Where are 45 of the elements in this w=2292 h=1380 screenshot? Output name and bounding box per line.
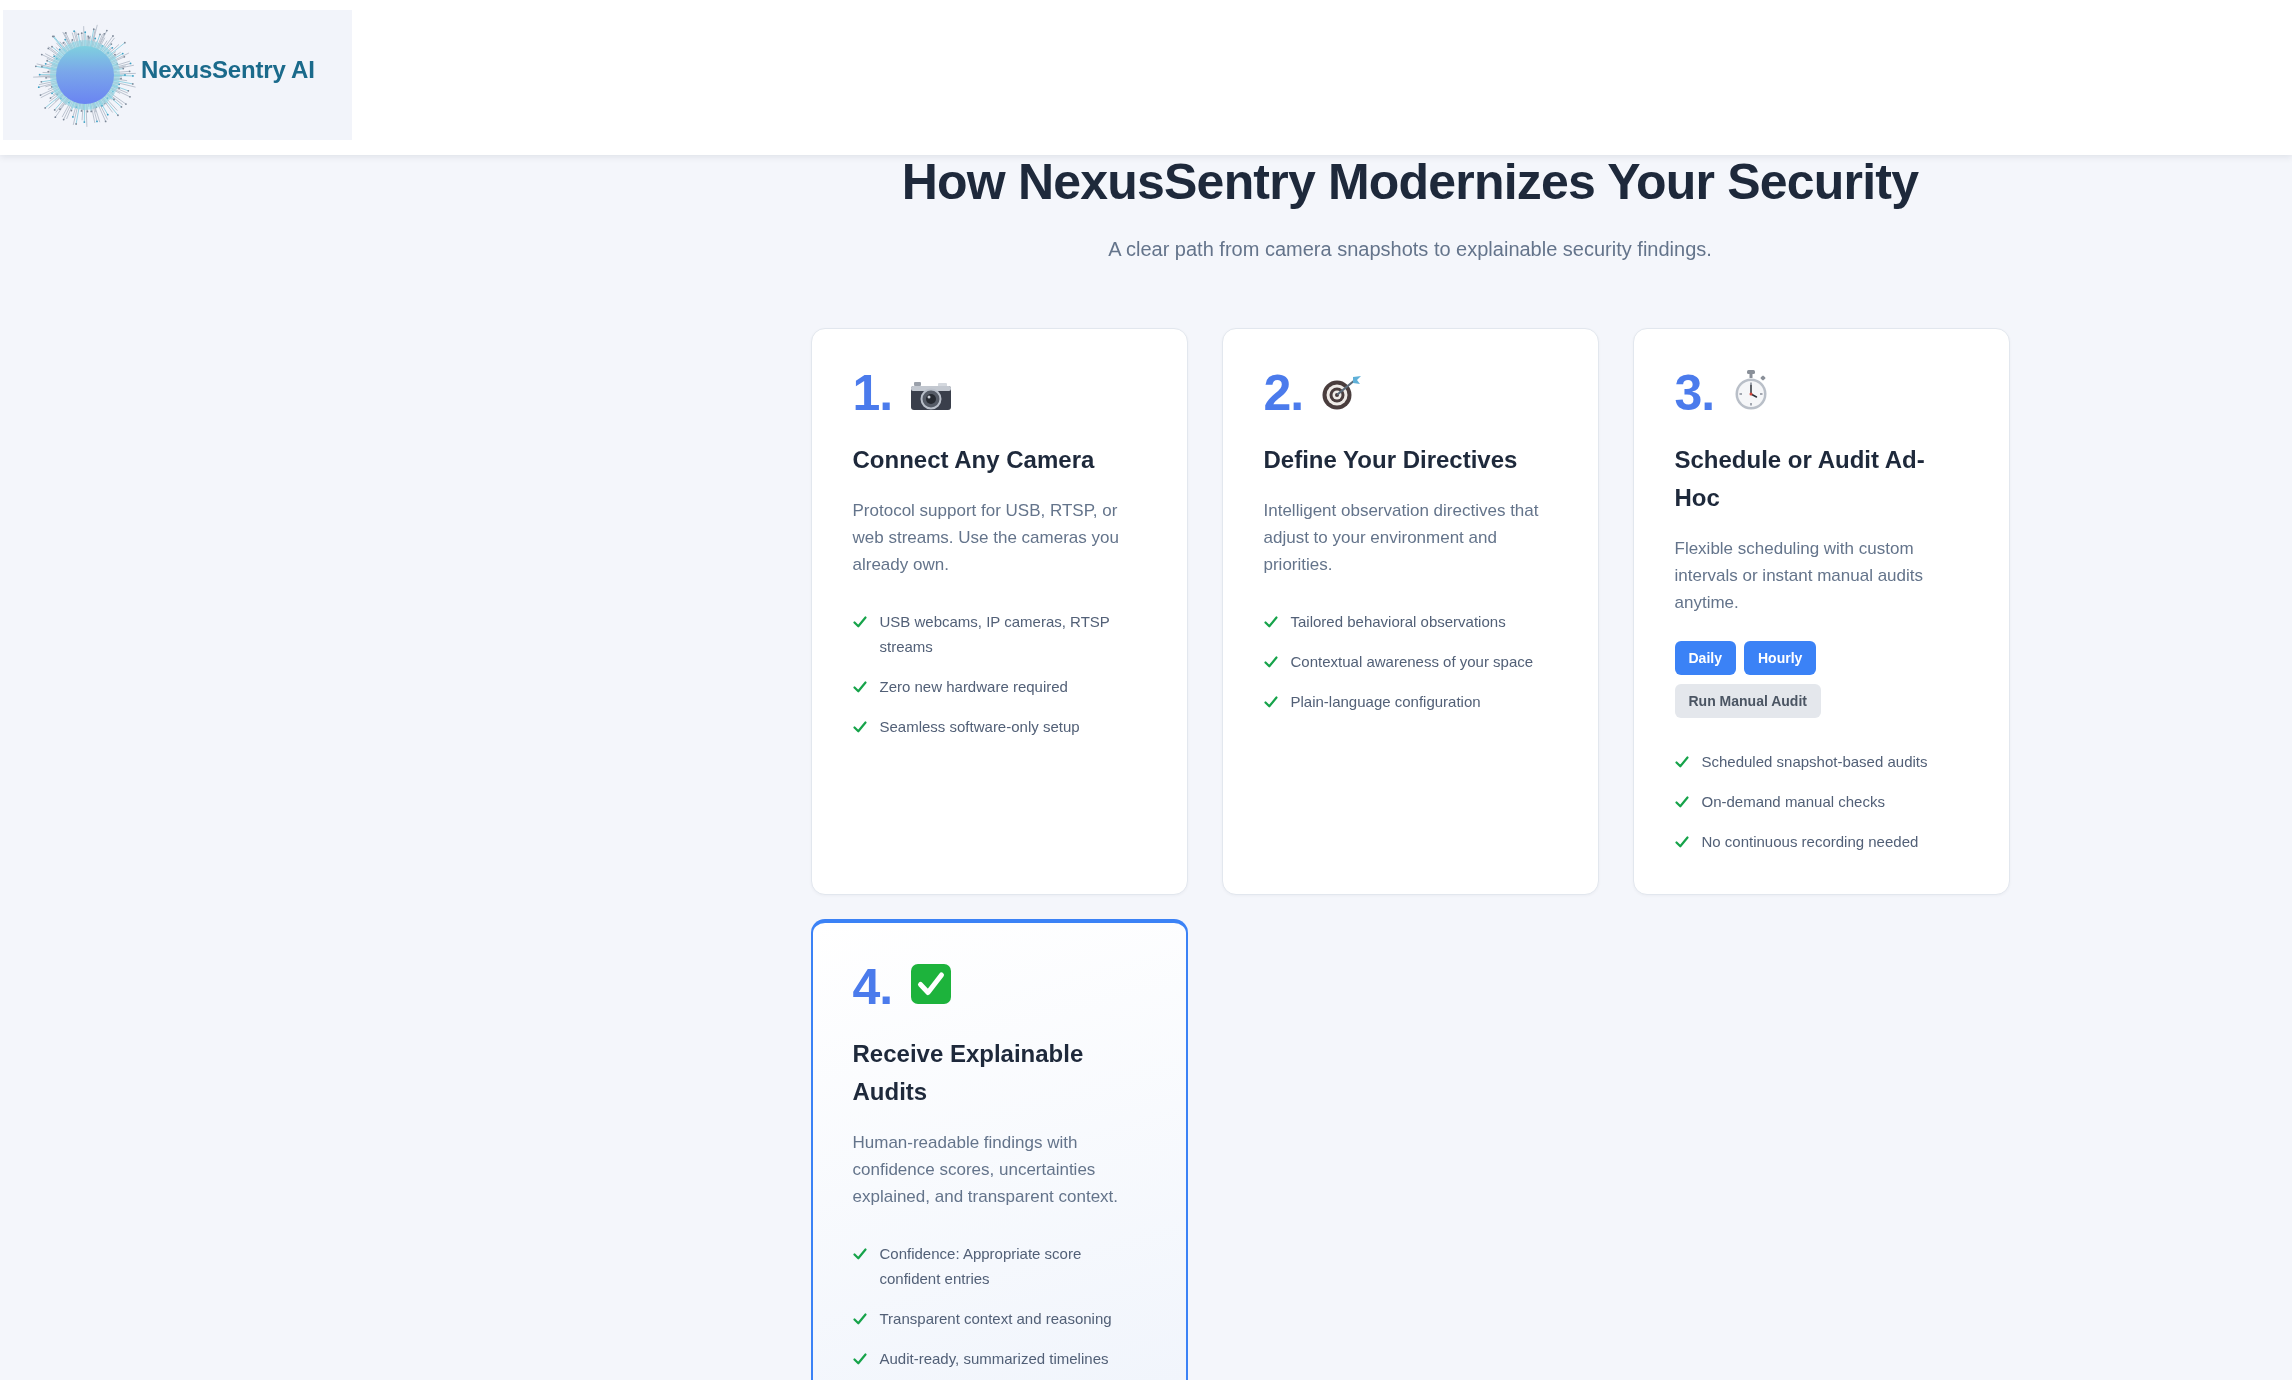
section-title: How NexusSentry Modernizes Your Security [901, 155, 1919, 210]
check-icon [1263, 616, 1278, 628]
feature-text: Audit-ready, summarized timelines [879, 1349, 1109, 1369]
step-number: 4. [852, 962, 893, 1012]
action-button[interactable]: Run Manual Audit [1674, 684, 1821, 718]
step-title: Schedule or Audit Ad-Hoc [1674, 445, 1926, 513]
step-number: 2. [1263, 368, 1304, 418]
action-button[interactable]: Hourly [1743, 641, 1817, 675]
check-box-icon [911, 964, 952, 1004]
check-icon [852, 1248, 867, 1260]
step-title: Connect Any Camera [852, 445, 1096, 475]
check-icon [852, 1313, 867, 1325]
feature-text: Confidence: Appropriate score confident entries [879, 1244, 1083, 1289]
check-icon [852, 1353, 867, 1365]
feature-text: Transparent context and reasoning [879, 1309, 1112, 1329]
feature-text: Scheduled snapshot-based audits [1701, 752, 1928, 772]
section-subtitle: A clear path from camera snapshots to explainable security findings. [1108, 237, 1712, 262]
check-icon [1263, 696, 1278, 708]
feature-text: Seamless software-only setup [879, 717, 1080, 737]
check-icon [1674, 756, 1689, 768]
check-icon [852, 616, 867, 628]
check-icon [852, 721, 867, 733]
feature-text: Contextual awareness of your space [1290, 652, 1534, 672]
feature-text: Zero new hardware required [879, 677, 1068, 697]
brand-name: NexusSentry AI [141, 56, 315, 84]
step-number: 3. [1674, 368, 1715, 418]
feature-text: Tailored behavioral observations [1290, 612, 1506, 632]
action-button[interactable]: Daily [1674, 641, 1736, 675]
feature-text: USB webcams, IP cameras, RTSP streams [879, 612, 1111, 657]
step-title: Receive Explainable Audits [852, 1039, 1085, 1107]
check-icon [1263, 656, 1278, 668]
step-number: 1. [852, 368, 893, 418]
camera-icon [911, 382, 952, 410]
step-description: Flexible scheduling with custom intervals or instant manual audits anytime. [1674, 538, 1925, 614]
check-icon [852, 681, 867, 693]
step-description: Intelligent observation directives that adjust to your environment and priorities. [1263, 500, 1540, 576]
check-icon [1674, 836, 1689, 848]
feature-text: On-demand manual checks [1701, 792, 1885, 812]
step-title: Define Your Directives [1263, 445, 1519, 475]
check-icon [1674, 796, 1689, 808]
feature-text: No continuous recording needed [1701, 832, 1919, 852]
feature-text: Plain-language configuration [1290, 692, 1481, 712]
step-description: Human-readable findings with confidence scores, uncertainties explained, and transparent context. [852, 1132, 1120, 1208]
target-icon [1322, 375, 1363, 410]
step-description: Protocol support for USB, RTSP, or web streams. Use the cameras you already own. [852, 500, 1120, 576]
